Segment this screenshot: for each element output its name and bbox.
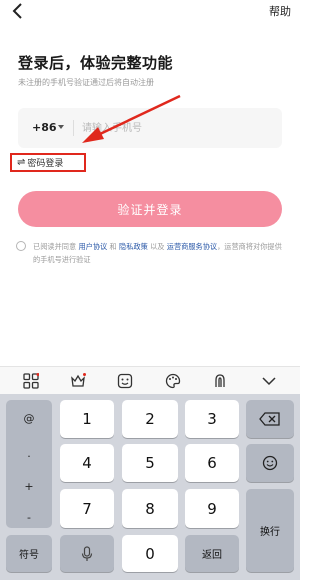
symbol-column[interactable]: @ . + - [6,400,52,528]
chevron-down-icon[interactable] [261,373,277,389]
key-0[interactable]: 0 [122,535,178,572]
agreement-text-part: 以及 [150,242,165,251]
password-login-label: 密码登录 [27,159,64,169]
operator-agreement-link[interactable]: 运营商服务协议 [167,242,217,251]
symbol-switch-key[interactable]: 符号 [6,535,52,572]
keyboard-toolbar [0,366,300,394]
grid-icon[interactable] [23,373,39,389]
key-6[interactable]: 6 [185,444,239,482]
key-9[interactable]: 9 [185,489,239,528]
backspace-icon [259,412,280,426]
key-3[interactable]: 3 [185,400,239,438]
top-bar: 帮助 [0,0,300,22]
emoji-key[interactable] [246,444,294,482]
swipe-icon[interactable] [212,373,228,389]
key-7[interactable]: 7 [60,489,114,528]
verify-login-button[interactable]: 验证并登录 [18,191,282,227]
key-8[interactable]: 8 [122,489,178,528]
symbol-key[interactable]: + [6,480,52,493]
numeric-keyboard: @ . + - 1 2 3 4 5 6 7 8 9 换行 符号 0 返回 [0,394,300,580]
symbol-key[interactable]: @ [6,412,52,425]
user-agreement-link[interactable]: 用户协议 [78,242,107,251]
country-code-selector[interactable]: +86 [32,121,57,134]
agreement-text: 已阅读并同意 用户协议 和 隐私政策 以及 运营商服务协议，运营商将对你提供的手… [33,240,288,266]
page-title: 登录后，体验完整功能 [18,54,174,72]
microphone-icon [81,545,93,561]
phone-input[interactable] [82,116,272,140]
phone-field-container: +86 [18,108,282,148]
privacy-policy-link[interactable]: 隐私政策 [119,242,148,251]
divider [73,120,74,136]
key-1[interactable]: 1 [60,400,114,438]
microphone-key[interactable] [60,535,114,572]
return-key[interactable]: 返回 [185,535,239,572]
symbol-key[interactable]: - [6,511,52,524]
key-4[interactable]: 4 [60,444,114,482]
symbol-key[interactable]: . [6,447,52,460]
palette-icon[interactable] [165,373,181,389]
help-link[interactable]: 帮助 [269,3,291,19]
key-5[interactable]: 5 [122,444,178,482]
back-arrow-icon [12,3,22,19]
caret-down-icon[interactable] [58,125,64,129]
agree-checkbox[interactable] [16,241,26,251]
crown-icon[interactable] [70,373,86,389]
agreement-text-part: 和 [109,242,117,251]
newline-key[interactable]: 换行 [246,489,294,572]
key-2[interactable]: 2 [122,400,178,438]
swap-arrows-icon: ⇌ [17,157,26,168]
agreement-text-part: 已阅读并同意 [33,242,77,251]
password-login-link[interactable]: ⇌ 密码登录 [10,153,86,172]
page-subtitle: 未注册的手机号验证通过后将自动注册 [18,78,154,87]
emoji-face-icon[interactable] [117,373,133,389]
smiley-icon [262,455,278,471]
backspace-key[interactable] [246,400,294,438]
back-button[interactable] [8,2,28,20]
